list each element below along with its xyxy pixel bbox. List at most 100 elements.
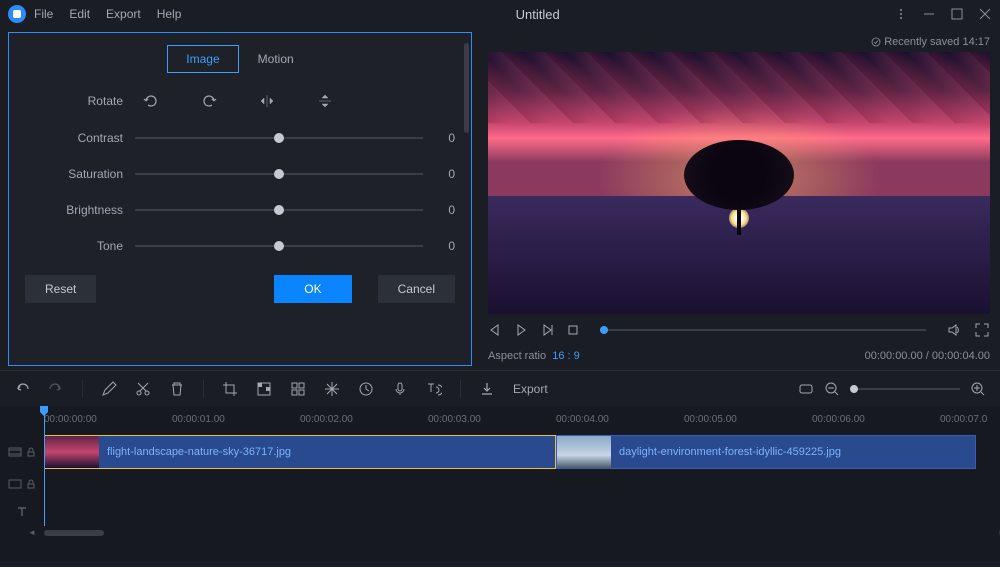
timecode: 00:00:00.00 / 00:00:04.00 — [865, 350, 990, 362]
flip-horizontal-icon[interactable] — [259, 93, 275, 109]
rotate-cw-icon[interactable] — [201, 93, 217, 109]
audio-track-icon — [8, 477, 22, 491]
timeline-ruler[interactable]: 00:00:00:00 00:00:01.00 00:00:02.00 00:0… — [0, 406, 1000, 434]
zoom-slider[interactable] — [850, 388, 960, 390]
seek-bar[interactable] — [600, 329, 926, 331]
time-icon[interactable] — [358, 381, 374, 397]
saturation-label: Saturation — [25, 167, 135, 181]
playhead[interactable] — [44, 406, 45, 526]
clip-filename: daylight-environment-forest-idyllic-4592… — [611, 446, 841, 458]
contrast-slider[interactable] — [135, 137, 423, 139]
menu-export[interactable]: Export — [106, 7, 141, 21]
window-controls — [894, 7, 992, 21]
saturation-slider[interactable] — [135, 173, 423, 175]
zoom-in-icon[interactable] — [970, 381, 986, 397]
text-track — [0, 498, 1000, 526]
cut-icon[interactable] — [135, 381, 151, 397]
check-icon — [871, 37, 881, 47]
ruler-tick: 00:00:06.00 — [812, 414, 865, 425]
brightness-value: 0 — [435, 203, 455, 217]
image-properties-panel: Image Motion Rotate Contrast 0 Saturatio… — [8, 32, 472, 366]
timeline-clip[interactable]: daylight-environment-forest-idyllic-4592… — [556, 435, 976, 469]
ruler-tick: 00:00:07.0 — [940, 414, 987, 425]
minimize-icon[interactable] — [922, 7, 936, 21]
playback-controls — [488, 314, 990, 346]
next-frame-icon[interactable] — [540, 323, 554, 337]
preview-panel: Recently saved 14:17 Aspect ratio 16 : 9… — [472, 28, 1000, 370]
tone-value: 0 — [435, 239, 455, 253]
text-track-icon — [15, 505, 29, 519]
preview-image — [488, 52, 990, 314]
flip-vertical-icon[interactable] — [317, 93, 333, 109]
grid-icon[interactable] — [290, 381, 306, 397]
text-speech-icon[interactable] — [426, 381, 442, 397]
clip-thumbnail — [45, 436, 99, 468]
export-icon[interactable] — [479, 381, 495, 397]
reset-button[interactable]: Reset — [25, 275, 96, 303]
panel-tabs: Image Motion — [25, 45, 455, 73]
export-label[interactable]: Export — [513, 382, 548, 396]
play-icon[interactable] — [514, 323, 528, 337]
menu-edit[interactable]: Edit — [69, 7, 90, 21]
more-icon[interactable] — [894, 7, 908, 21]
video-track: flight-landscape-nature-sky-36717.jpg da… — [0, 434, 1000, 470]
aspect-ratio-value[interactable]: 16 : 9 — [552, 350, 580, 362]
saved-status: Recently saved 14:17 — [488, 32, 990, 52]
redo-icon[interactable] — [48, 381, 64, 397]
ok-button[interactable]: OK — [274, 275, 351, 303]
lock-icon[interactable] — [26, 447, 36, 457]
menu-help[interactable]: Help — [157, 7, 182, 21]
fullscreen-icon[interactable] — [974, 322, 990, 338]
app-logo-icon — [8, 5, 26, 23]
horizontal-scrollbar[interactable] — [44, 530, 990, 540]
mosaic-icon[interactable] — [256, 381, 272, 397]
contrast-label: Contrast — [25, 131, 135, 145]
audio-track-header — [0, 477, 44, 491]
tab-image[interactable]: Image — [167, 45, 238, 73]
saturation-value: 0 — [435, 167, 455, 181]
edit-icon[interactable] — [101, 381, 117, 397]
cancel-button[interactable]: Cancel — [378, 275, 455, 303]
maximize-icon[interactable] — [950, 7, 964, 21]
zoom-out-icon[interactable] — [824, 381, 840, 397]
brightness-slider[interactable] — [135, 209, 423, 211]
timeline: 00:00:00:00 00:00:01.00 00:00:02.00 00:0… — [0, 406, 1000, 561]
brightness-label: Brightness — [25, 203, 135, 217]
prev-frame-icon[interactable] — [488, 323, 502, 337]
ruler-tick: 00:00:03.00 — [428, 414, 481, 425]
lock-icon[interactable] — [26, 479, 36, 489]
clip-thumbnail — [557, 436, 611, 468]
fit-icon[interactable] — [798, 381, 814, 397]
preview-viewport — [488, 52, 990, 314]
tab-motion[interactable]: Motion — [239, 45, 313, 73]
rotate-ccw-icon[interactable] — [143, 93, 159, 109]
text-track-header — [0, 505, 44, 519]
mic-icon[interactable] — [392, 381, 408, 397]
main-menu: File Edit Export Help — [34, 7, 181, 21]
panel-scrollbar[interactable] — [464, 43, 469, 133]
ruler-tick: 00:00:00:00 — [44, 414, 97, 425]
audio-track — [0, 470, 1000, 498]
delete-icon[interactable] — [169, 381, 185, 397]
menu-file[interactable]: File — [34, 7, 53, 21]
freeze-icon[interactable] — [324, 381, 340, 397]
close-icon[interactable] — [978, 7, 992, 21]
tone-slider[interactable] — [135, 245, 423, 247]
undo-icon[interactable] — [14, 381, 30, 397]
rotate-label: Rotate — [25, 94, 135, 108]
video-track-icon — [8, 445, 22, 459]
tone-label: Tone — [25, 239, 135, 253]
stop-icon[interactable] — [566, 323, 580, 337]
crop-icon[interactable] — [222, 381, 238, 397]
timeline-toolbar: Export — [0, 370, 1000, 406]
document-title: Untitled — [181, 7, 894, 22]
ruler-tick: 00:00:01.00 — [172, 414, 225, 425]
ruler-tick: 00:00:04.00 — [556, 414, 609, 425]
video-track-header — [0, 445, 44, 459]
ruler-tick: 00:00:05.00 — [684, 414, 737, 425]
timeline-clip[interactable]: flight-landscape-nature-sky-36717.jpg — [44, 435, 556, 469]
titlebar: File Edit Export Help Untitled — [0, 0, 1000, 28]
clip-filename: flight-landscape-nature-sky-36717.jpg — [99, 446, 291, 458]
volume-icon[interactable] — [946, 322, 962, 338]
contrast-value: 0 — [435, 131, 455, 145]
